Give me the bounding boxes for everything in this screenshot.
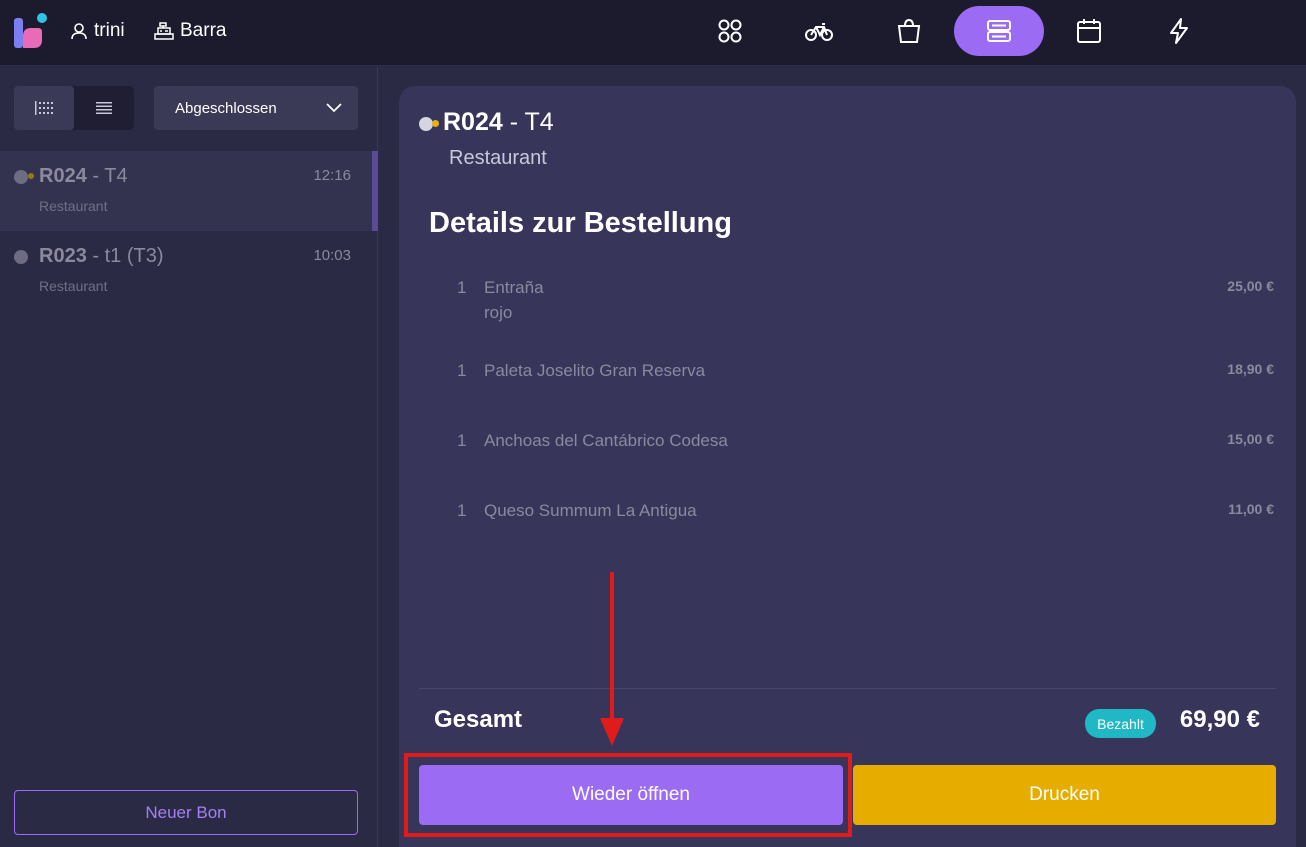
apps-grid-icon — [718, 19, 742, 43]
order-status-indicator — [432, 120, 439, 127]
nav-delivery[interactable] — [774, 6, 864, 56]
order-line-item[interactable]: 1 Anchoas del Cantábrico Codesa 15,00 € — [399, 431, 1296, 491]
line-item-price: 15,00 € — [1227, 431, 1274, 447]
bicycle-icon — [805, 23, 833, 41]
line-item-modifier: rojo — [484, 303, 513, 322]
order-status-dot — [14, 170, 28, 184]
order-line-item[interactable]: 1 Queso Summum La Antigua 11,00 € — [399, 501, 1296, 561]
line-item-price: 18,90 € — [1227, 361, 1274, 377]
status-filter-value: Abgeschlossen — [175, 99, 277, 117]
order-line-item[interactable]: 1 Paleta Joselito Gran Reserva 18,90 € — [399, 361, 1296, 421]
top-bar: trini Barra — [0, 0, 1306, 66]
line-item-name: Queso Summum La Antigua — [484, 501, 697, 520]
total-divider — [419, 688, 1276, 689]
order-detail-type: Restaurant — [449, 147, 547, 169]
line-item-price: 25,00 € — [1227, 278, 1274, 294]
order-detail-title: R024 - T4 — [443, 108, 554, 136]
payment-status-badge: Bezahlt — [1085, 709, 1156, 738]
annotation-arrow-icon — [600, 572, 624, 746]
order-status-indicator — [28, 173, 34, 179]
total-label: Gesamt — [434, 706, 523, 733]
order-type: Restaurant — [39, 198, 108, 214]
print-button[interactable]: Drucken — [853, 765, 1276, 825]
status-filter-select[interactable]: Abgeschlossen — [154, 86, 358, 130]
user-icon — [71, 23, 87, 40]
line-item-name: Anchoas del Cantábrico Codesa — [484, 431, 728, 450]
line-item-quantity: 1 — [457, 431, 467, 450]
current-station[interactable]: Barra — [154, 18, 226, 44]
app-logo — [14, 13, 47, 48]
line-item-quantity: 1 — [457, 278, 467, 297]
order-list-item[interactable]: R023 - t1 (T3) Restaurant 10:03 — [0, 231, 378, 311]
current-user[interactable]: trini — [70, 18, 125, 44]
line-item-name: Entraña — [484, 278, 544, 297]
order-type: Restaurant — [39, 278, 108, 294]
chevron-down-icon — [326, 103, 342, 113]
nav-takeaway[interactable] — [864, 6, 954, 56]
nav-quick-actions[interactable] — [1134, 6, 1224, 56]
annotation-highlight-box — [404, 753, 852, 837]
order-line-item[interactable]: 1 Entraña rojo 25,00 € — [399, 278, 1296, 338]
order-status-dot — [419, 117, 433, 131]
server-icon — [987, 20, 1011, 42]
list-view-button[interactable] — [74, 86, 134, 130]
user-name: trini — [94, 20, 125, 41]
order-status-dot — [14, 250, 28, 264]
line-item-price: 11,00 € — [1228, 501, 1274, 517]
lightning-icon — [1170, 18, 1188, 44]
order-time: 12:16 — [313, 167, 351, 184]
view-toggle — [14, 86, 134, 130]
cash-register-icon — [154, 22, 174, 40]
order-time: 10:03 — [313, 247, 351, 264]
nav-dashboard[interactable] — [685, 6, 775, 56]
nav-reservations[interactable] — [1044, 6, 1134, 56]
nav-orders[interactable] — [954, 6, 1044, 56]
new-order-button[interactable]: Neuer Bon — [14, 790, 358, 835]
order-list-item[interactable]: R024 - T4 Restaurant 12:16 — [0, 151, 378, 231]
shopping-bag-icon — [897, 18, 921, 43]
total-amount: 69,90 € — [1179, 706, 1260, 733]
orders-sidebar: Abgeschlossen R024 - T4 Restaurant 12:16… — [0, 67, 378, 847]
grid-view-button[interactable] — [14, 86, 74, 130]
line-item-quantity: 1 — [457, 361, 467, 380]
order-title: R023 - t1 (T3) — [39, 245, 164, 267]
order-details-heading: Details zur Bestellung — [429, 207, 732, 239]
line-item-quantity: 1 — [457, 501, 467, 520]
line-item-name: Paleta Joselito Gran Reserva — [484, 361, 706, 380]
grid-view-icon — [35, 101, 53, 115]
list-view-icon — [96, 102, 112, 114]
calendar-icon — [1077, 19, 1101, 43]
order-detail-panel: R024 - T4 Restaurant Details zur Bestell… — [399, 86, 1296, 847]
order-title: R024 - T4 — [39, 165, 128, 187]
station-name: Barra — [180, 20, 227, 41]
